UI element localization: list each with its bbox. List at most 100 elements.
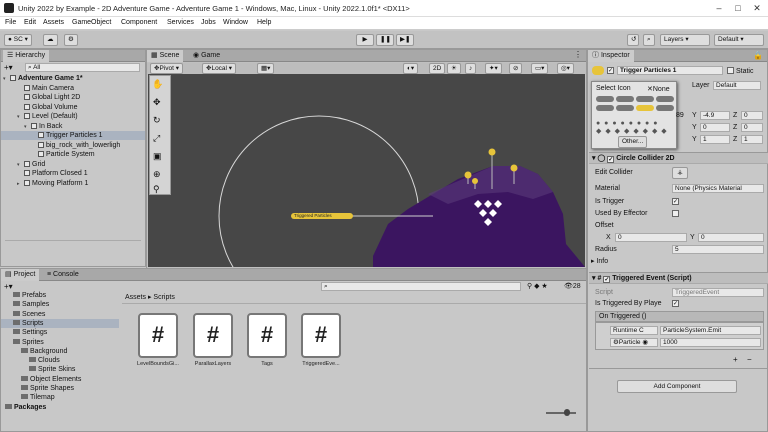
hierarchy-item[interactable]: ▾ Adventure Game 1* (1, 74, 145, 83)
project-folder-item[interactable]: Sprite Shapes (1, 384, 119, 393)
add-component-button[interactable]: Add Component (617, 380, 737, 393)
rect-tool-icon[interactable]: ▣ (153, 151, 162, 162)
tab-inspector[interactable]: ⓘ Inspector (588, 50, 634, 62)
scale-tool-icon[interactable]: ⤢ (153, 133, 160, 144)
dot-icon-swatches[interactable]: ● ● ● ● ● ● ● ● ◆ ◆ ◆ ◆ ◆ ◆ ◆ ◆ (596, 120, 674, 135)
rot-y-field[interactable]: 0 (700, 123, 730, 132)
scene-viewport[interactable]: Triggered Particles ✋ ✥ ↻ ⤢ ▣ ⊕ ⚲ (148, 74, 585, 267)
object-field[interactable]: ⚙Particle ◉ (610, 338, 658, 347)
maximize-icon[interactable]: □ (729, 2, 747, 14)
other-button[interactable]: Other... (618, 136, 648, 148)
menu-assets[interactable]: Assets (43, 19, 64, 26)
project-folder-item[interactable]: Packages (1, 403, 119, 412)
breadcrumb-assets[interactable]: Assets (125, 294, 146, 301)
audio-icon[interactable]: ♪ (465, 63, 477, 74)
space-dropdown[interactable]: ✥Local ▾ (202, 63, 237, 74)
project-folder-item[interactable]: Sprites (1, 338, 119, 347)
minimize-icon[interactable]: – (710, 2, 728, 14)
material-field[interactable]: None (Physics Material (672, 184, 764, 193)
object-name-field[interactable]: Trigger Particles 1 (617, 66, 723, 75)
event-remove-icon[interactable]: − (747, 355, 752, 364)
hierarchy-search-input[interactable]: ⌕ All (25, 63, 140, 72)
panel-menu-icon[interactable]: ⋮ (574, 50, 582, 59)
tab-console[interactable]: ≡ Console (43, 269, 83, 281)
project-folder-item[interactable]: Sprite Skins (1, 365, 119, 374)
tab-scene[interactable]: ▦ Scene (147, 50, 184, 62)
add-icon[interactable]: +▾ (4, 63, 16, 72)
menu-window[interactable]: Window (223, 19, 248, 26)
project-folder-item[interactable]: Background (1, 347, 119, 356)
zoom-slider-handle[interactable] (564, 409, 570, 416)
project-folder-item[interactable]: Samples (1, 300, 119, 309)
pos-z-field[interactable]: 0 (741, 111, 763, 120)
edit-collider-button[interactable]: ⚶ (672, 167, 688, 179)
project-folder-item[interactable]: Clouds (1, 356, 119, 365)
tab-game[interactable]: ◉ Game (189, 50, 224, 62)
triggered-by-player-checkbox[interactable]: ✓ (672, 300, 679, 307)
layout-dropdown[interactable]: Default ▾ (714, 34, 764, 46)
static-toggle[interactable]: Static (727, 67, 753, 75)
2d-toggle[interactable]: 2D (429, 63, 446, 74)
lock-icon[interactable]: 🔒 (753, 51, 763, 60)
gameobject-icon[interactable] (592, 66, 604, 75)
project-folder-item[interactable]: Settings (1, 328, 119, 337)
search-icon[interactable]: ⌕ (643, 34, 655, 46)
hierarchy-item[interactable]: ▾ Level (Default) (1, 112, 145, 121)
menu-file[interactable]: File (5, 19, 16, 26)
project-folder-item[interactable]: Object Elements (1, 375, 119, 384)
active-checkbox[interactable]: ✓ (607, 67, 614, 74)
scale-z-field[interactable]: 1 (741, 135, 763, 144)
collider-enabled-checkbox[interactable]: ✓ (607, 156, 615, 163)
info-foldout[interactable]: ▸ Info (591, 257, 608, 267)
play-button[interactable]: ▶ (356, 34, 374, 46)
radius-field[interactable]: 5 (672, 245, 764, 254)
lighting-icon[interactable]: ☀ (447, 63, 461, 74)
project-folder-item[interactable]: Scripts (1, 318, 119, 328)
hierarchy-item[interactable]: big_rock_with_lowerligh (1, 141, 145, 150)
triggered-event-enabled-checkbox[interactable]: ✓ (603, 276, 611, 283)
hierarchy-item[interactable]: Trigger Particles 1 (1, 131, 145, 140)
move-tool-icon[interactable]: ✥ (153, 97, 161, 108)
close-icon[interactable]: ✕ (748, 2, 766, 14)
script-icon[interactable]: # (247, 313, 287, 358)
step-button[interactable]: ▶❚ (396, 34, 414, 46)
project-folder-item[interactable]: Prefabs (1, 291, 119, 300)
collapse-icon[interactable]: ▾ (592, 155, 596, 162)
settings-gear-icon[interactable]: ⚙ (64, 34, 78, 46)
script-icon[interactable]: # (138, 313, 178, 358)
offset-x-field[interactable]: 0 (615, 233, 687, 242)
pos-y-field[interactable]: -4.9 (700, 111, 730, 120)
expand-arrow-icon[interactable]: ▸ (17, 180, 24, 189)
menu-edit[interactable]: Edit (24, 19, 36, 26)
offset-y-field[interactable]: 0 (698, 233, 764, 242)
hidden-objects-icon[interactable]: ⊘ (509, 63, 523, 74)
project-folder-item[interactable]: Tilemap (1, 393, 119, 402)
rot-z-field[interactable]: 0 (741, 123, 763, 132)
view-tool-icon[interactable]: ✋ (152, 79, 163, 90)
tab-hierarchy[interactable]: ☰ Hierarchy (3, 50, 50, 62)
hierarchy-item[interactable]: ▾ In Back (1, 122, 145, 131)
project-folder-item[interactable]: Scenes (1, 310, 119, 319)
none-option[interactable]: ✕None (647, 85, 670, 93)
filter-icon[interactable]: ⚲ ◆ ★ (527, 282, 548, 290)
triggered-event-header[interactable]: ▾ # ✓ Triggered Event (Script) (589, 272, 768, 284)
history-icon[interactable]: ↺ (627, 34, 639, 46)
hierarchy-item[interactable]: Main Camera (1, 84, 145, 93)
project-add-icon[interactable]: +▾ (4, 282, 13, 291)
is-trigger-checkbox[interactable]: ✓ (672, 198, 679, 205)
grid-snap-icon[interactable]: ▦▾ (257, 63, 275, 74)
project-search-input[interactable]: ⌕ (321, 282, 521, 291)
menu-services[interactable]: Services (167, 19, 194, 26)
used-by-effector-checkbox[interactable] (672, 210, 679, 217)
hierarchy-item[interactable]: ▸ Moving Platform 1 (1, 179, 145, 188)
custom-tool-icon[interactable]: ⚲ (153, 184, 160, 195)
circle-collider-header[interactable]: ▾ ◯ ✓ Circle Collider 2D (589, 152, 768, 164)
pivot-dropdown[interactable]: ✥Pivot ▾ (150, 63, 183, 74)
script-icon[interactable]: # (193, 313, 233, 358)
tab-project[interactable]: ▤ Project (1, 269, 40, 281)
pause-button[interactable]: ❚❚ (376, 34, 394, 46)
hierarchy-item[interactable]: ▾ Grid (1, 160, 145, 169)
pos-x-field[interactable]: 89 (676, 112, 684, 119)
gizmos-icon[interactable]: ◎▾ (557, 63, 574, 74)
effects-icon[interactable]: ✦▾ (485, 63, 502, 74)
